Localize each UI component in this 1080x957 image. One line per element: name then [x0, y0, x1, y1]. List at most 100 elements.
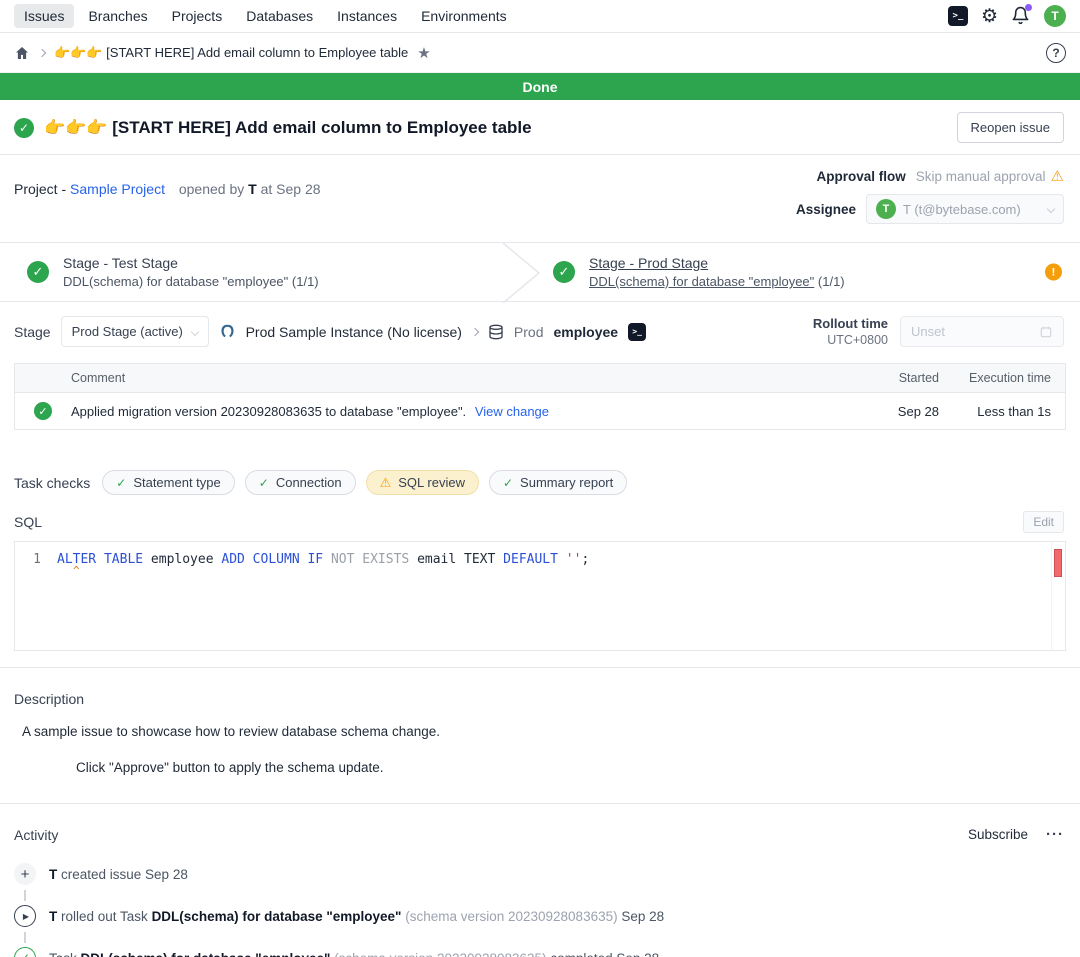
star-icon[interactable]: ★ — [417, 44, 430, 62]
stage-select[interactable]: Prod Stage (active) — [61, 316, 209, 347]
chevron-right-icon — [38, 48, 46, 56]
activity-item: ▶ T rolled out Task DDL(schema) for datab… — [14, 905, 1064, 947]
rollout-timezone: UTC+0800 — [813, 333, 888, 347]
check-summary-report[interactable]: ✓ Summary report — [489, 470, 627, 495]
task-started: Sep 28 — [883, 395, 953, 428]
task-checks-label: Task checks — [14, 475, 90, 491]
stage-card-test[interactable]: ✓ Stage - Test Stage DDL(schema) for dat… — [0, 243, 540, 301]
activity-text: Task DDL(schema) for database "employee"… — [49, 951, 659, 957]
activity-section: Activity Subscribe ··· + T created issue … — [0, 804, 1080, 957]
activity-list: + T created issue Sep 28 ▶ T rolled out Tas… — [14, 863, 1064, 957]
line-number: 1 — [15, 552, 57, 567]
issue-header: ✓ 👉👉👉 [START HERE] Add email column to E… — [0, 100, 1080, 155]
rollout-time-block: Rollout time UTC+0800 Unset — [813, 316, 1064, 347]
sql-editor[interactable]: 1 ALTER TABLE employee ADD COLUMN IF NOT… — [14, 541, 1066, 651]
view-change-link[interactable]: View change — [475, 404, 549, 419]
chevron-down-icon — [190, 327, 198, 335]
rollout-time-placeholder: Unset — [911, 324, 945, 339]
top-nav: Issues Branches Projects Databases Insta… — [0, 0, 1080, 33]
nav-tab-branches[interactable]: Branches — [78, 4, 157, 28]
check-sql-review[interactable]: ⚠ SQL review — [366, 470, 479, 495]
check-success-icon: ✓ — [116, 476, 126, 490]
assignee-value: T (t@bytebase.com) — [903, 202, 1021, 217]
project-line: Project - Sample Project opened by T at … — [14, 169, 321, 224]
reopen-issue-button[interactable]: Reopen issue — [957, 112, 1065, 143]
stage-alert-icon[interactable]: ! — [1045, 264, 1062, 281]
postgres-icon — [219, 323, 236, 340]
approval-flow-row: Approval flow Skip manual approval ⚠ — [796, 169, 1064, 184]
status-banner-label: Done — [523, 79, 558, 95]
instance-name[interactable]: Prod Sample Instance (No license) — [246, 324, 462, 340]
calendar-icon — [1039, 325, 1053, 339]
edit-sql-button[interactable]: Edit — [1023, 511, 1064, 533]
play-icon: ▶ — [14, 905, 36, 927]
nav-tab-issues[interactable]: Issues — [14, 4, 74, 28]
home-icon[interactable] — [14, 45, 30, 61]
help-icon[interactable]: ? — [1046, 43, 1066, 63]
col-comment: Comment — [71, 364, 883, 392]
lint-caret-marker: ^ — [15, 567, 1065, 575]
breadcrumb: 👉👉👉 [START HERE] Add email column to Emp… — [0, 33, 1080, 73]
stage-label: Stage — [14, 324, 51, 340]
sql-editor-icon[interactable]: >_ — [948, 6, 968, 26]
opener-name: T — [248, 181, 257, 197]
activity-text: T rolled out Task DDL(schema) for databa… — [49, 909, 664, 924]
plus-icon: + — [14, 863, 36, 885]
check-success-icon: ✓ — [503, 476, 513, 490]
subscribe-button[interactable]: Subscribe — [968, 827, 1028, 842]
assignee-row: Assignee T T (t@bytebase.com) — [796, 194, 1064, 224]
stage-select-value: Prod Stage (active) — [72, 324, 183, 339]
notifications-bell-icon[interactable] — [1011, 6, 1031, 26]
activity-item: + T created issue Sep 28 — [14, 863, 1064, 905]
sql-statement: ALTER TABLE employee ADD COLUMN IF NOT E… — [57, 552, 589, 567]
table-header: Comment Started Execution time — [15, 364, 1065, 393]
issue-meta: Project - Sample Project opened by T at … — [0, 155, 1080, 242]
activity-item: ✓Task DDL(schema) for database "employee… — [14, 947, 1064, 957]
description-label: Description — [14, 691, 1064, 707]
stage-subtitle: DDL(schema) for database "employee" (1/1… — [589, 274, 845, 289]
timeline-connector — [24, 932, 26, 943]
stage-subtitle: DDL(schema) for database "employee" (1/1… — [63, 274, 319, 289]
status-banner: Done — [0, 73, 1080, 100]
nav-tab-databases[interactable]: Databases — [236, 4, 323, 28]
editor-scrollbar[interactable] — [1051, 542, 1065, 650]
col-execution-time: Execution time — [953, 364, 1065, 392]
table-row[interactable]: ✓ Applied migration version 202309280836… — [15, 393, 1065, 429]
lint-error-marker — [1054, 549, 1062, 577]
database-name[interactable]: employee — [554, 324, 619, 340]
user-avatar[interactable]: T — [1044, 5, 1066, 27]
project-link[interactable]: Sample Project — [70, 181, 165, 197]
nav-tab-instances[interactable]: Instances — [327, 4, 407, 28]
stage-card-prod[interactable]: ✓ Stage - Prod Stage DDL(schema) for dat… — [540, 243, 1080, 301]
warning-triangle-icon: ⚠ — [1051, 169, 1064, 184]
nav-tab-projects[interactable]: Projects — [162, 4, 233, 28]
task-checks: Task checks ✓ Statement type ✓ Connectio… — [0, 430, 1080, 495]
description-section[interactable]: Description A sample issue to showcase h… — [0, 668, 1080, 775]
stage-done-check-icon: ✓ — [553, 261, 575, 283]
check-connection[interactable]: ✓ Connection — [245, 470, 356, 495]
more-options-icon[interactable]: ··· — [1046, 826, 1064, 843]
check-statement-type[interactable]: ✓ Statement type — [102, 470, 235, 495]
stage-separator — [500, 243, 542, 303]
assignee-select[interactable]: T T (t@bytebase.com) — [866, 194, 1064, 224]
opened-by-text: opened by T at Sep 28 — [179, 181, 321, 197]
check-success-icon: ✓ — [259, 476, 269, 490]
database-env: Prod — [514, 324, 544, 340]
stage-title: Stage - Test Stage — [63, 255, 319, 271]
notification-dot — [1025, 4, 1032, 11]
stage-title: Stage - Prod Stage — [589, 255, 845, 271]
activity-label: Activity — [14, 827, 58, 843]
rollout-time-input[interactable]: Unset — [900, 316, 1064, 347]
chevron-right-icon — [471, 327, 479, 335]
stage-done-check-icon: ✓ — [27, 261, 49, 283]
sql-label: SQL — [14, 514, 42, 530]
open-sql-editor-icon[interactable]: >_ — [628, 323, 646, 341]
approval-flow-value: Skip manual approval — [916, 169, 1046, 184]
done-check-icon: ✓ — [14, 118, 34, 138]
settings-gear-icon[interactable]: ⚙ — [981, 7, 998, 26]
timeline-connector — [24, 890, 26, 901]
col-started: Started — [883, 364, 953, 392]
description-text: Click "Approve" button to apply the sche… — [76, 760, 1064, 775]
nav-tab-environments[interactable]: Environments — [411, 4, 517, 28]
activity-text: T created issue Sep 28 — [49, 867, 188, 882]
